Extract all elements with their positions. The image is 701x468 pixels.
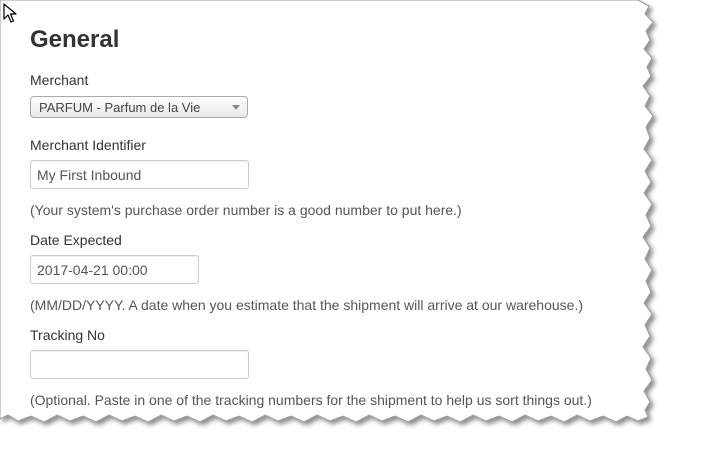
merchant-label: Merchant [30, 72, 89, 88]
section-title: General [30, 26, 120, 53]
merchant-select-value: PARFUM - Parfum de la Vie [39, 100, 201, 115]
merchant-identifier-label: Merchant Identifier [30, 137, 146, 153]
merchant-identifier-input[interactable] [30, 160, 249, 189]
date-expected-input[interactable] [30, 255, 199, 284]
tracking-no-input[interactable] [30, 350, 249, 379]
merchant-select[interactable]: PARFUM - Parfum de la Vie [30, 96, 248, 118]
merchant-identifier-help: (Your system's purchase order number is … [30, 202, 462, 218]
tracking-no-help: (Optional. Paste in one of the tracking … [30, 392, 592, 408]
screenshot-stage: General Merchant PARFUM - Parfum de la V… [0, 0, 701, 468]
date-expected-help: (MM/DD/YYYY. A date when you estimate th… [30, 297, 583, 313]
caret-down-icon [232, 105, 240, 110]
tracking-no-label: Tracking No [30, 327, 105, 343]
date-expected-label: Date Expected [30, 232, 122, 248]
mouse-pointer-icon [3, 3, 17, 23]
general-form-panel: General Merchant PARFUM - Parfum de la V… [0, 0, 640, 430]
